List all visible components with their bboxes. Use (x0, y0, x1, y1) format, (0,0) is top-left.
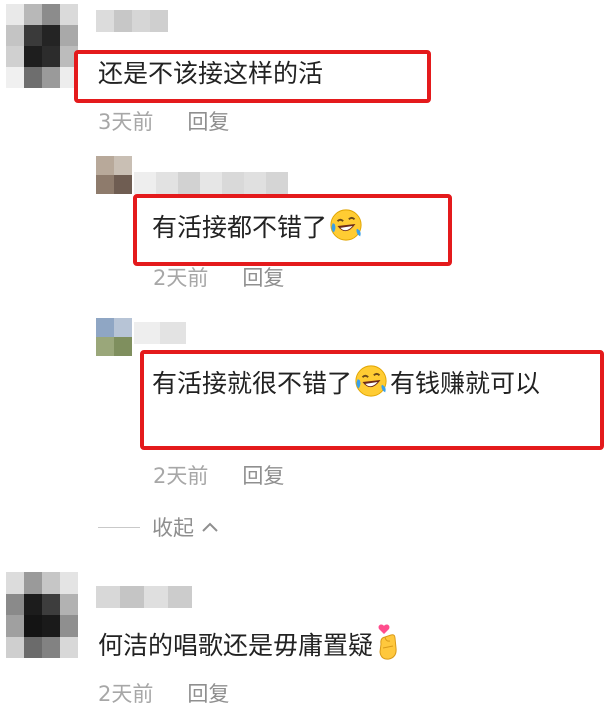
timestamp: 2天前 (98, 682, 154, 706)
avatar[interactable] (96, 156, 132, 194)
timestamp: 3天前 (98, 110, 154, 134)
reply-text: 有活接就很不错了 有钱赚就可以 (152, 364, 592, 404)
reply-text-part-2: 有钱赚就可以 (390, 369, 541, 398)
comment-text: 还是不该接这样的活 (98, 59, 324, 88)
comment-text-content: 何洁的唱歌还是毋庸置疑 (98, 631, 374, 660)
reply-text-content: 有活接都不错了 (152, 213, 328, 242)
reply-meta: 2天前 回复 (153, 262, 284, 292)
username[interactable] (96, 586, 192, 608)
reply-button[interactable]: 回复 (242, 262, 284, 292)
collapse-label: 收起 (152, 516, 194, 540)
avatar[interactable] (6, 572, 78, 658)
timestamp: 2天前 (153, 266, 209, 290)
comment-text: 何洁的唱歌还是毋庸置疑 (98, 624, 403, 666)
avatar[interactable] (6, 4, 78, 88)
divider (98, 526, 140, 528)
reply-text: 有活接都不错了 (152, 208, 365, 248)
username[interactable] (134, 322, 186, 344)
comment-meta: 3天前 回复 (98, 106, 229, 136)
reply-text-part-1: 有活接就很不错了 (152, 369, 353, 398)
reply-button[interactable]: 回复 (187, 106, 229, 136)
reply-button[interactable]: 回复 (242, 460, 284, 490)
rolling-on-floor-laughing-icon (330, 209, 362, 241)
finger-heart-icon (378, 624, 397, 660)
reply-meta: 2天前 回复 (153, 460, 284, 490)
comment-meta: 2天前 回复 (98, 678, 229, 708)
timestamp: 2天前 (153, 464, 209, 488)
rolling-on-floor-laughing-icon (355, 365, 387, 397)
chevron-up-icon (202, 522, 218, 532)
username[interactable] (96, 10, 168, 32)
reply-button[interactable]: 回复 (187, 678, 229, 708)
avatar[interactable] (96, 318, 132, 356)
collapse-replies-button[interactable]: 收起 (98, 512, 220, 542)
username[interactable] (134, 172, 288, 194)
